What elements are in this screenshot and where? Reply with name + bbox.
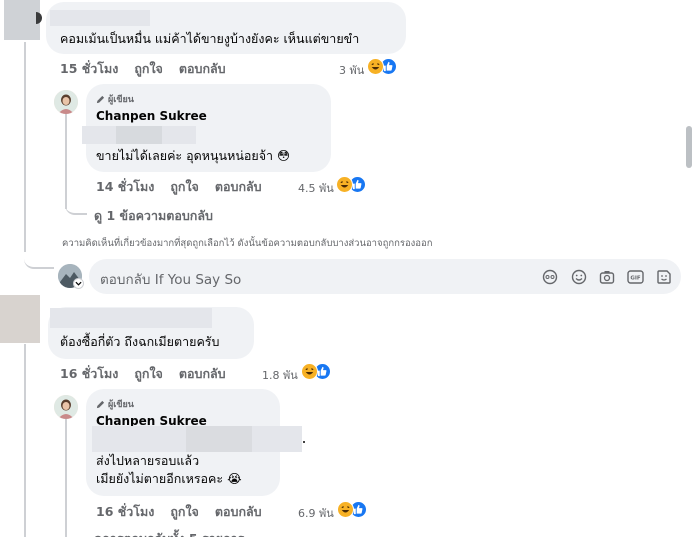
- author-badge-label: ผู้เขียน: [108, 95, 134, 105]
- chevron-down-icon[interactable]: [73, 278, 84, 289]
- reply-input-field[interactable]: ตอบกลับ If You Say So: [100, 268, 241, 290]
- haha-icon: [337, 501, 354, 518]
- reply-button[interactable]: ตอบกลับ: [215, 177, 262, 197]
- avatar-sticker-icon[interactable]: [542, 269, 558, 285]
- thread-connector: [24, 252, 54, 269]
- reply-bubble: ผู้เขียน Chanpen Sukree ขายไม่ได้เลยค่ะ …: [82, 84, 331, 172]
- sticker-icon[interactable]: [656, 269, 672, 285]
- author-badge: ผู้เขียน: [96, 92, 134, 106]
- haha-icon: [367, 58, 384, 75]
- reply-bubble: ผู้เขียน Chanpen Sukree ส่งไปหลายรอบแล้ว…: [86, 389, 302, 496]
- author-badge: ผู้เขียน: [96, 397, 134, 411]
- svg-text:GIF: GIF: [630, 276, 641, 282]
- view-replies-link[interactable]: ดู 1 ข้อความตอบกลับ: [94, 206, 213, 226]
- reply-input-box[interactable]: ตอบกลับ If You Say So GIF: [89, 259, 681, 294]
- redacted-text: [116, 126, 162, 144]
- reaction-icons[interactable]: [367, 58, 397, 75]
- view-replies-label[interactable]: ดู 1 ข้อความตอบกลับ: [94, 206, 213, 226]
- reply-time[interactable]: 14 ชั่วโมง: [96, 177, 154, 197]
- pencil-icon: [96, 400, 105, 408]
- filter-notice: ความคิดเห็นที่เกี่ยวข้องมากที่สุดถูกเลือ…: [62, 238, 433, 249]
- like-button[interactable]: ถูกใจ: [134, 364, 163, 384]
- reply-actions: 14 ชั่วโมง ถูกใจ ตอบกลับ: [96, 177, 278, 197]
- thread-line: [24, 344, 26, 537]
- like-button[interactable]: ถูกใจ: [170, 502, 199, 522]
- pencil-icon: [96, 95, 105, 103]
- reply-button[interactable]: ตอบกลับ: [179, 59, 226, 79]
- thread-line-reply: [65, 114, 67, 209]
- reply-text-line-2: เมียยังไม่ตายอีกเหรอคะ 😭: [96, 471, 242, 486]
- like-button[interactable]: ถูกใจ: [134, 59, 163, 79]
- reply-text-line-1: ส่งไปหลายรอบแล้ว: [96, 453, 200, 468]
- view-replies-label[interactable]: ดูการตอบกลับทั้ง 5 รายการ: [94, 529, 244, 537]
- redacted-text: [186, 426, 252, 452]
- avatar-edge: [36, 12, 42, 24]
- commenter-name-redacted[interactable]: [50, 308, 212, 328]
- reply-button[interactable]: ตอบกลับ: [215, 502, 262, 522]
- reaction-icons[interactable]: [301, 363, 331, 380]
- reply-actions: 16 ชั่วโมง ถูกใจ ตอบกลับ: [96, 502, 278, 522]
- reaction-count[interactable]: 6.9 พัน: [298, 504, 334, 522]
- author-avatar[interactable]: [54, 395, 78, 419]
- author-avatar[interactable]: [54, 90, 78, 114]
- comment-bubble: คอมเม้นเป็นหมื่น แม่ค้าได้ขายงูบ้างยังคะ…: [46, 2, 406, 54]
- comment-time[interactable]: 15 ชั่วโมง: [60, 59, 118, 79]
- thread-connector: [65, 200, 87, 215]
- commenter-avatar-redacted[interactable]: [0, 295, 40, 343]
- gif-icon[interactable]: GIF: [627, 269, 644, 285]
- reply-time[interactable]: 16 ชั่วโมง: [96, 502, 154, 522]
- commenter-name-redacted[interactable]: [50, 10, 150, 26]
- camera-icon[interactable]: [599, 269, 615, 285]
- reaction-count[interactable]: 3 พัน: [339, 61, 364, 79]
- comment-bubble: ต้องซื้อกี่ตัว ถึงฉกเมียตายครับ: [48, 307, 254, 359]
- thread-line-reply: [65, 418, 67, 537]
- reaction-icons[interactable]: [336, 176, 366, 193]
- comment-text: ต้องซื้อกี่ตัว ถึงฉกเมียตายครับ: [60, 334, 220, 349]
- like-button[interactable]: ถูกใจ: [170, 177, 199, 197]
- author-badge-label: ผู้เขียน: [108, 400, 134, 410]
- reply-author-name[interactable]: Chanpen Sukree: [96, 109, 207, 123]
- haha-icon: [336, 176, 353, 193]
- comment-text: คอมเม้นเป็นหมื่น แม่ค้าได้ขายงูบ้างยังคะ…: [60, 31, 360, 46]
- emoji-icon[interactable]: [571, 269, 587, 285]
- reply-button[interactable]: ตอบกลับ: [179, 364, 226, 384]
- reaction-icons[interactable]: [337, 501, 367, 518]
- thread-line: [24, 42, 26, 252]
- view-all-replies-link[interactable]: ดูการตอบกลับทั้ง 5 รายการ: [94, 529, 244, 537]
- haha-icon: [301, 363, 318, 380]
- reaction-count[interactable]: 4.5 พัน: [298, 179, 334, 197]
- scrollbar-thumb[interactable]: [686, 126, 692, 168]
- reaction-count[interactable]: 1.8 พัน: [262, 366, 298, 384]
- dot: [303, 441, 305, 443]
- commenter-avatar-redacted[interactable]: [4, 0, 40, 40]
- reply-text: ขายไม่ได้เลยค่ะ อุดหนุนหน่อยจ้า 😳: [96, 148, 291, 163]
- comment-actions: 16 ชั่วโมง ถูกใจ ตอบกลับ: [60, 364, 242, 384]
- comment-actions: 15 ชั่วโมง ถูกใจ ตอบกลับ: [60, 59, 242, 79]
- comment-time[interactable]: 16 ชั่วโมง: [60, 364, 118, 384]
